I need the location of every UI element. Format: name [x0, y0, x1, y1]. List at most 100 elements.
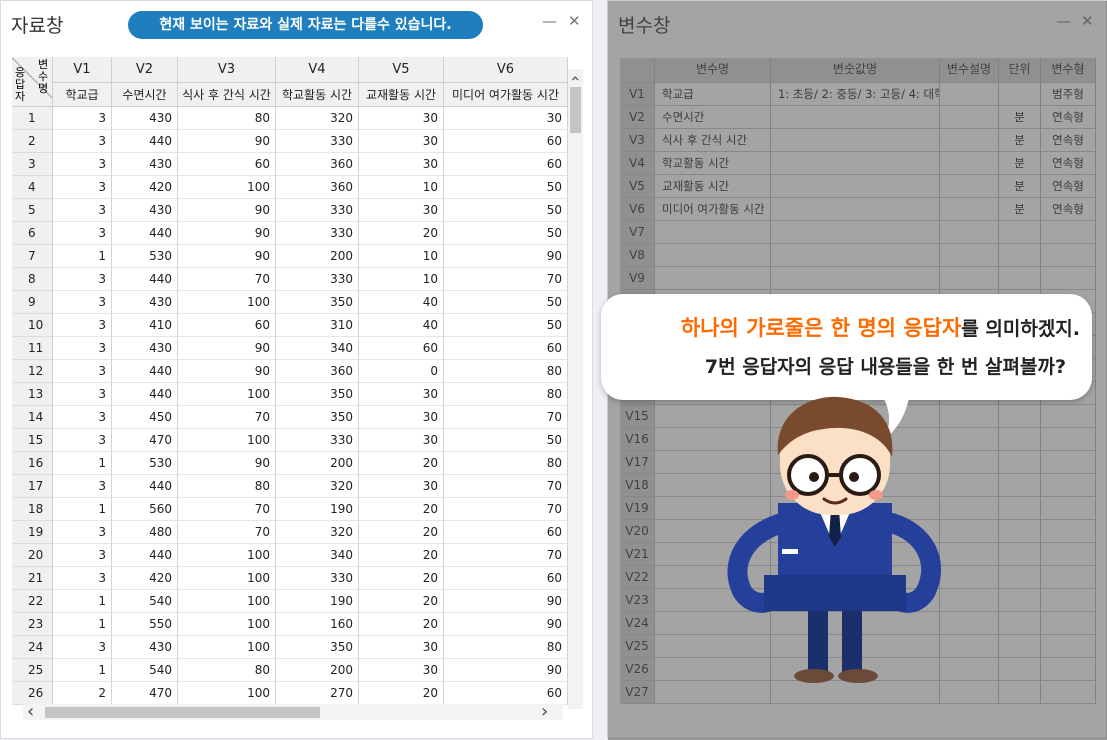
variable-cell-name[interactable]: 수면시간 — [655, 106, 771, 129]
table-cell[interactable]: 30 — [359, 199, 444, 222]
variable-cell-type[interactable] — [1041, 612, 1096, 635]
table-cell[interactable]: 30 — [359, 475, 444, 498]
variable-cell-type[interactable] — [1041, 497, 1096, 520]
variable-row-header[interactable]: V22 — [620, 566, 655, 589]
table-cell[interactable]: 3 — [53, 130, 112, 153]
table-cell[interactable]: 100 — [178, 567, 276, 590]
table-cell[interactable]: 330 — [276, 268, 359, 291]
row-header[interactable]: 17 — [12, 475, 53, 498]
variable-cell-type[interactable] — [1041, 221, 1096, 244]
row-header[interactable]: 15 — [12, 429, 53, 452]
variable-row-header[interactable]: V5 — [620, 175, 655, 198]
table-cell[interactable]: 30 — [359, 107, 444, 130]
table-cell[interactable]: 420 — [112, 176, 178, 199]
variable-cell-type[interactable]: 연속형 — [1041, 129, 1096, 152]
variable-cell-name[interactable]: 미디어 여가활동 시간 — [655, 198, 771, 221]
table-cell[interactable]: 70 — [444, 475, 568, 498]
table-cell[interactable]: 360 — [276, 360, 359, 383]
row-header[interactable]: 12 — [12, 360, 53, 383]
table-cell[interactable]: 80 — [444, 360, 568, 383]
table-cell[interactable]: 420 — [112, 567, 178, 590]
variable-cell-unit[interactable] — [999, 589, 1041, 612]
row-header[interactable]: 18 — [12, 498, 53, 521]
table-cell[interactable]: 550 — [112, 613, 178, 636]
table-cell[interactable]: 430 — [112, 337, 178, 360]
table-cell[interactable]: 100 — [178, 429, 276, 452]
table-cell[interactable]: 70 — [178, 498, 276, 521]
table-cell[interactable]: 20 — [359, 544, 444, 567]
table-cell[interactable]: 70 — [444, 544, 568, 567]
table-cell[interactable]: 80 — [444, 452, 568, 475]
table-cell[interactable]: 30 — [359, 429, 444, 452]
table-cell[interactable]: 60 — [444, 153, 568, 176]
variable-cell-name[interactable]: 학교활동 시간 — [655, 152, 771, 175]
variable-cell-unit[interactable] — [999, 221, 1041, 244]
variable-cell-unit[interactable]: 분 — [999, 198, 1041, 221]
table-cell[interactable]: 470 — [112, 429, 178, 452]
variable-cell-type[interactable] — [1041, 474, 1096, 497]
variable-cell-name[interactable]: 식사 후 간식 시간 — [655, 129, 771, 152]
variable-cell-desc[interactable] — [940, 83, 999, 106]
table-cell[interactable]: 3 — [53, 406, 112, 429]
variable-row-header[interactable]: V8 — [620, 244, 655, 267]
scroll-left-icon[interactable]: ‹ — [27, 701, 34, 722]
variable-cell-unit[interactable] — [999, 405, 1041, 428]
table-cell[interactable]: 100 — [178, 636, 276, 659]
column-label-v4[interactable]: 학교활동 시간 — [276, 83, 359, 107]
row-header[interactable]: 14 — [12, 406, 53, 429]
row-header[interactable]: 23 — [12, 613, 53, 636]
variable-row-header[interactable]: V7 — [620, 221, 655, 244]
variable-row-header[interactable]: V9 — [620, 267, 655, 290]
variable-cell-type[interactable] — [1041, 520, 1096, 543]
table-cell[interactable]: 410 — [112, 314, 178, 337]
table-cell[interactable]: 90 — [444, 659, 568, 682]
table-cell[interactable]: 3 — [53, 268, 112, 291]
variable-row-header[interactable]: V26 — [620, 658, 655, 681]
table-cell[interactable]: 1 — [53, 452, 112, 475]
table-cell[interactable]: 440 — [112, 130, 178, 153]
table-cell[interactable]: 3 — [53, 337, 112, 360]
variable-cell-unit[interactable] — [999, 428, 1041, 451]
variable-cell-desc[interactable] — [940, 221, 999, 244]
column-label-v6[interactable]: 미디어 여가활동 시간 — [444, 83, 568, 107]
table-cell[interactable]: 30 — [359, 130, 444, 153]
table-cell[interactable]: 20 — [359, 567, 444, 590]
table-cell[interactable]: 100 — [178, 682, 276, 705]
variable-cell-unit[interactable] — [999, 658, 1041, 681]
table-cell[interactable]: 100 — [178, 291, 276, 314]
variable-cell-unit[interactable] — [999, 681, 1041, 704]
variable-cell-name[interactable] — [655, 244, 771, 267]
variable-cell-values[interactable] — [771, 129, 940, 152]
table-cell[interactable]: 60 — [444, 567, 568, 590]
table-cell[interactable]: 1 — [53, 590, 112, 613]
variable-cell-values[interactable] — [771, 152, 940, 175]
table-cell[interactable]: 3 — [53, 360, 112, 383]
row-header[interactable]: 25 — [12, 659, 53, 682]
table-cell[interactable]: 70 — [444, 268, 568, 291]
table-cell[interactable]: 70 — [444, 498, 568, 521]
table-cell[interactable]: 530 — [112, 245, 178, 268]
table-cell[interactable]: 90 — [444, 613, 568, 636]
horizontal-scrollbar[interactable]: ‹ › — [23, 701, 563, 722]
table-cell[interactable]: 310 — [276, 314, 359, 337]
table-cell[interactable]: 90 — [178, 245, 276, 268]
table-cell[interactable]: 100 — [178, 176, 276, 199]
variable-cell-type[interactable]: 연속형 — [1041, 198, 1096, 221]
table-cell[interactable]: 30 — [359, 406, 444, 429]
table-cell[interactable]: 3 — [53, 567, 112, 590]
column-header-v6[interactable]: V6 — [444, 57, 568, 83]
variable-cell-unit[interactable]: 분 — [999, 152, 1041, 175]
table-cell[interactable]: 3 — [53, 475, 112, 498]
variable-cell-unit[interactable] — [999, 267, 1041, 290]
table-cell[interactable]: 430 — [112, 153, 178, 176]
table-cell[interactable]: 450 — [112, 406, 178, 429]
variable-row-header[interactable]: V3 — [620, 129, 655, 152]
table-cell[interactable]: 1 — [53, 613, 112, 636]
minimize-button[interactable]: — — [542, 12, 557, 30]
table-cell[interactable]: 2 — [53, 682, 112, 705]
column-label-v5[interactable]: 교재활동 시간 — [359, 83, 444, 107]
row-header[interactable]: 16 — [12, 452, 53, 475]
row-header[interactable]: 19 — [12, 521, 53, 544]
table-cell[interactable]: 90 — [178, 337, 276, 360]
table-cell[interactable]: 100 — [178, 544, 276, 567]
